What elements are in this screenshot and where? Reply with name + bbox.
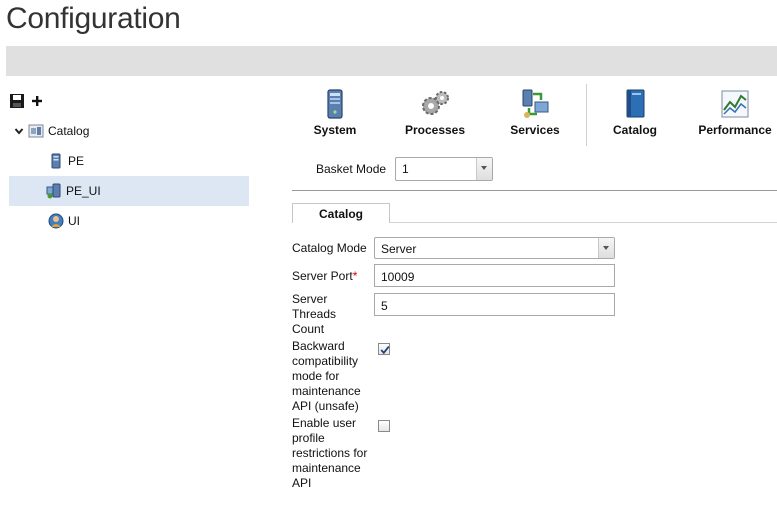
catalog-mode-label: Catalog Mode [292,241,367,255]
label-line: compatibility [292,354,359,368]
label-line: mode for [292,369,340,383]
tree-node-label: PE_UI [66,184,101,198]
catalog-server-icon [28,124,44,138]
backward-compat-label: Backward compatibility mode for maintena… [292,339,372,414]
label-text: Server Port [292,269,353,283]
tool-system[interactable]: System [290,88,380,140]
user-profile-checkbox[interactable] [378,420,390,432]
tree-node-pe[interactable]: PE [48,146,84,176]
tool-label: Catalog [612,123,657,137]
label-line: Backward [292,339,345,353]
label-line: profile [292,431,325,445]
server-threads-input[interactable]: 5 [374,293,615,316]
plus-icon[interactable] [31,95,43,107]
basket-mode-label: Basket Mode [316,162,387,176]
tree-node-catalog[interactable]: Catalog [14,116,89,146]
label-line: Enable user [292,416,357,430]
chart-icon [721,90,749,118]
network-services-icon [522,89,549,118]
user-profile-label: Enable user profile restrictions for mai… [292,416,372,491]
chevron-down-icon[interactable] [476,158,492,180]
label-line: maintenance [292,461,361,475]
tool-label: Processes [404,123,466,137]
input-value: 5 [381,299,388,313]
book-icon [626,89,645,118]
label-line: Server [292,292,328,306]
tree-node-label: Catalog [48,124,90,138]
basket-mode-select[interactable]: 1 [395,157,493,181]
server-threads-label: Server Threads Count [292,292,372,337]
label-line: Count [292,322,325,336]
tab-catalog[interactable]: Catalog [292,203,390,223]
catalog-mode-select[interactable]: Server [374,237,615,259]
label-line: API (unsafe) [292,399,359,413]
tool-processes[interactable]: Processes [390,88,480,140]
toolbar-divider [586,84,587,146]
tree-node-ui[interactable]: UI [48,206,80,236]
label-line: API [292,476,312,490]
tool-performance[interactable]: Performance [690,88,777,140]
tool-label: Performance [698,123,772,137]
tree-node-label: UI [68,214,80,228]
select-value: Server [381,242,417,256]
divider [292,190,777,191]
chevron-down-icon[interactable] [14,126,24,136]
label-line: maintenance [292,384,361,398]
select-value: 1 [402,162,409,176]
checkmark-icon [380,346,390,355]
input-value: 10009 [381,270,415,284]
tool-label: Services [510,123,560,137]
server-port-label: Server Port* [292,269,372,284]
gears-icon [422,91,449,115]
chevron-down-icon[interactable] [598,238,614,258]
server-port-input[interactable]: 10009 [374,264,615,287]
page-title: Configuration [6,2,181,35]
tree-node-label: PE [68,154,85,168]
backward-compat-checkbox[interactable] [378,343,390,355]
server-tower-icon [327,89,343,119]
floppy-disk-icon[interactable] [9,93,25,109]
header-bar [6,46,777,76]
tool-catalog[interactable]: Catalog [590,88,680,140]
tool-label: System [313,123,357,137]
label-line: Threads [292,307,337,321]
user-globe-icon [48,213,64,229]
tree-node-pe-ui[interactable]: PE_UI [9,176,249,206]
label-line: restrictions for [292,446,368,460]
server-icon [51,153,61,169]
tool-services[interactable]: Services [490,88,580,140]
server-ui-icon [46,183,61,199]
tree-toolbar [9,93,43,109]
required-marker: * [352,269,358,283]
